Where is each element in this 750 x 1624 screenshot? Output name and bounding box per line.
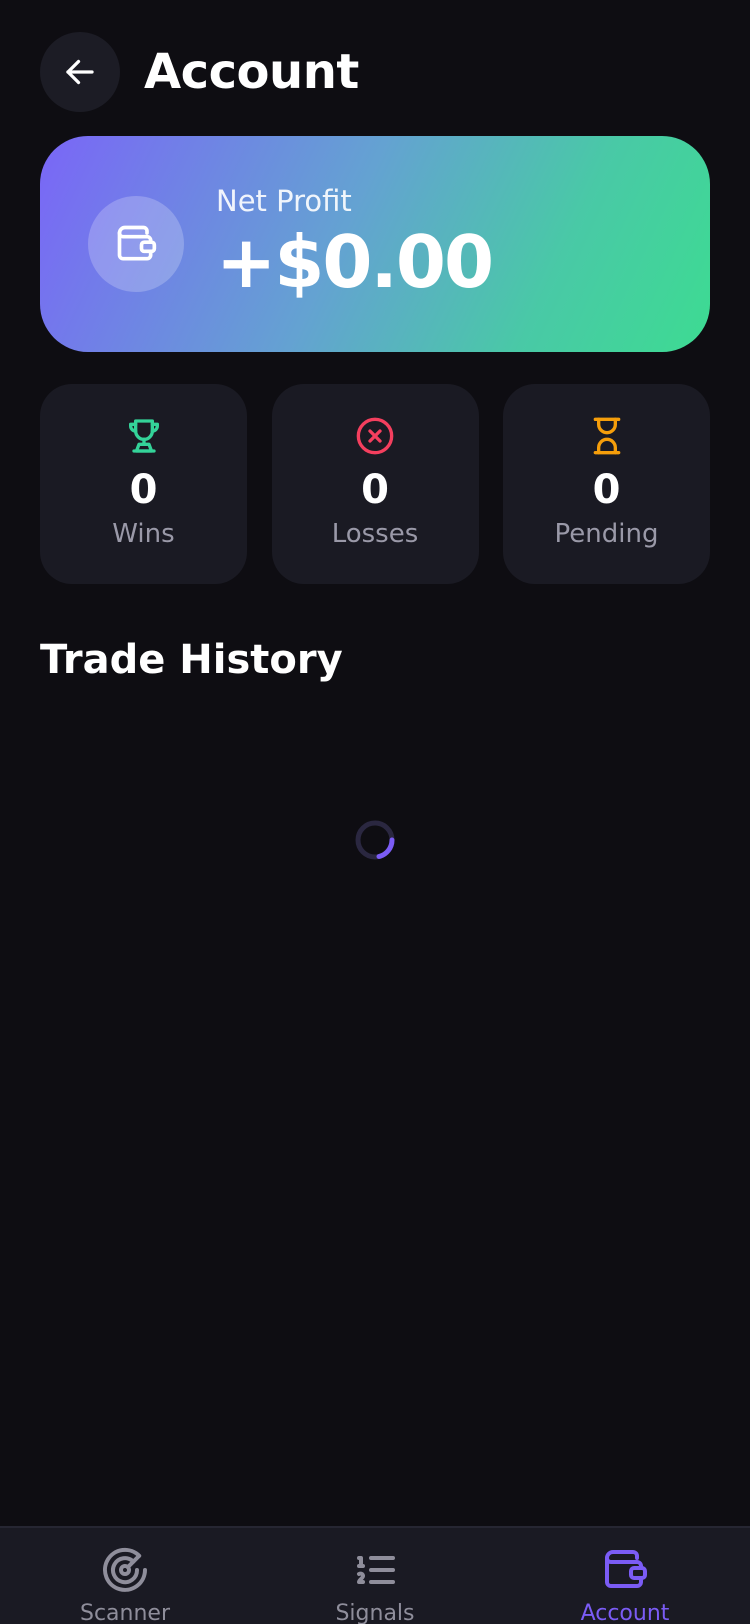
arrow-left-icon: [66, 59, 94, 85]
page-title: Account: [144, 44, 359, 100]
net-profit-label: Net Profit: [216, 184, 352, 218]
back-button[interactable]: [40, 32, 120, 112]
losses-label: Losses: [331, 519, 419, 549]
pending-label: Pending: [554, 519, 659, 549]
x-circle-icon: [355, 416, 395, 456]
stat-card-wins: 0 Wins: [40, 384, 247, 584]
nav-label-signals: Signals: [335, 1601, 415, 1624]
wins-label: Wins: [112, 519, 175, 549]
net-profit-text: Net Profit +$0.00: [216, 184, 494, 304]
pending-value: 0: [592, 467, 621, 513]
wallet-icon: [601, 1546, 649, 1594]
losses-value: 0: [361, 467, 389, 513]
net-profit-card: Net Profit +$0.00: [40, 136, 710, 352]
nav-label-scanner: Scanner: [79, 1601, 170, 1624]
wallet-icon-badge: [88, 196, 184, 292]
loading-spinner-icon: [355, 820, 395, 860]
radar-icon: [101, 1546, 149, 1594]
wins-value: 0: [129, 467, 158, 513]
stat-card-losses: 0 Losses: [271, 384, 479, 584]
net-profit-value: +$0.00: [216, 220, 494, 304]
trade-history-title: Trade History: [40, 637, 343, 683]
account-screen: Account Net Profit +$0.00 0 Wins 0 Losse…: [0, 0, 750, 1624]
bottom-nav: Scanner Signals Account: [0, 1526, 750, 1624]
numbered-list-icon: [351, 1546, 399, 1594]
wallet-icon: [117, 225, 157, 261]
trophy-icon: [124, 416, 164, 456]
hourglass-icon: [587, 416, 627, 456]
nav-item-scanner[interactable]: Scanner: [45, 1546, 205, 1624]
nav-item-signals[interactable]: Signals: [295, 1546, 455, 1624]
stat-card-pending: 0 Pending: [503, 384, 710, 584]
nav-item-account[interactable]: Account: [545, 1546, 705, 1624]
header: Account: [40, 32, 710, 112]
nav-label-account: Account: [580, 1601, 670, 1624]
stats-row: 0 Wins 0 Losses 0 Pending: [40, 384, 710, 584]
